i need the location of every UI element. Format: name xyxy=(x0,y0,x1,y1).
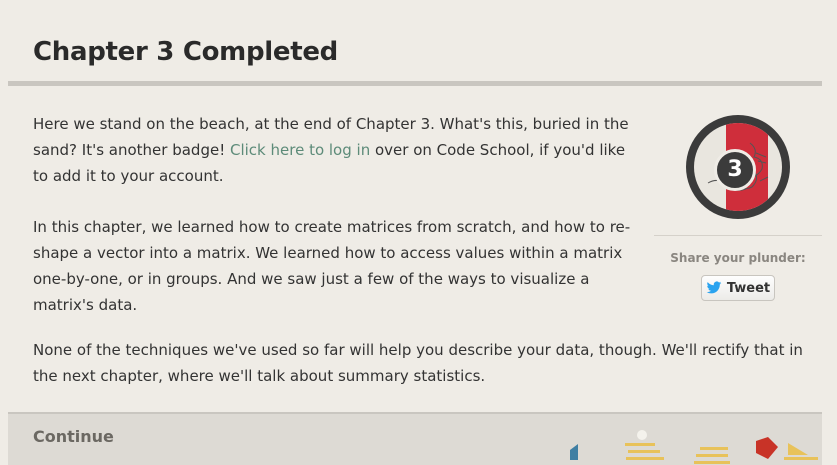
login-link[interactable]: Click here to log in xyxy=(230,141,370,159)
paragraph-next: None of the techniques we've used so far… xyxy=(33,341,803,385)
badge-inner: 3 xyxy=(694,123,782,211)
tweet-label: Tweet xyxy=(726,280,771,296)
continue-label: Continue xyxy=(33,427,114,446)
share-label: Share your plunder: xyxy=(670,251,806,265)
beach-scenery-decoration xyxy=(570,430,818,464)
paragraph-intro: Here we stand on the beach, at the end o… xyxy=(33,111,633,189)
page-title: Chapter 3 Completed xyxy=(33,37,338,67)
tweet-button[interactable]: Tweet xyxy=(701,275,775,301)
paragraph-learned: In this chapter, we learned how to creat… xyxy=(33,218,631,314)
share-divider xyxy=(654,235,822,236)
twitter-bird-icon xyxy=(706,281,722,294)
chapter-summary: Here we stand on the beach, at the end o… xyxy=(33,111,633,343)
chapter-badge: 3 xyxy=(686,115,790,219)
title-divider xyxy=(8,81,822,86)
badge-number: 3 xyxy=(714,149,756,191)
